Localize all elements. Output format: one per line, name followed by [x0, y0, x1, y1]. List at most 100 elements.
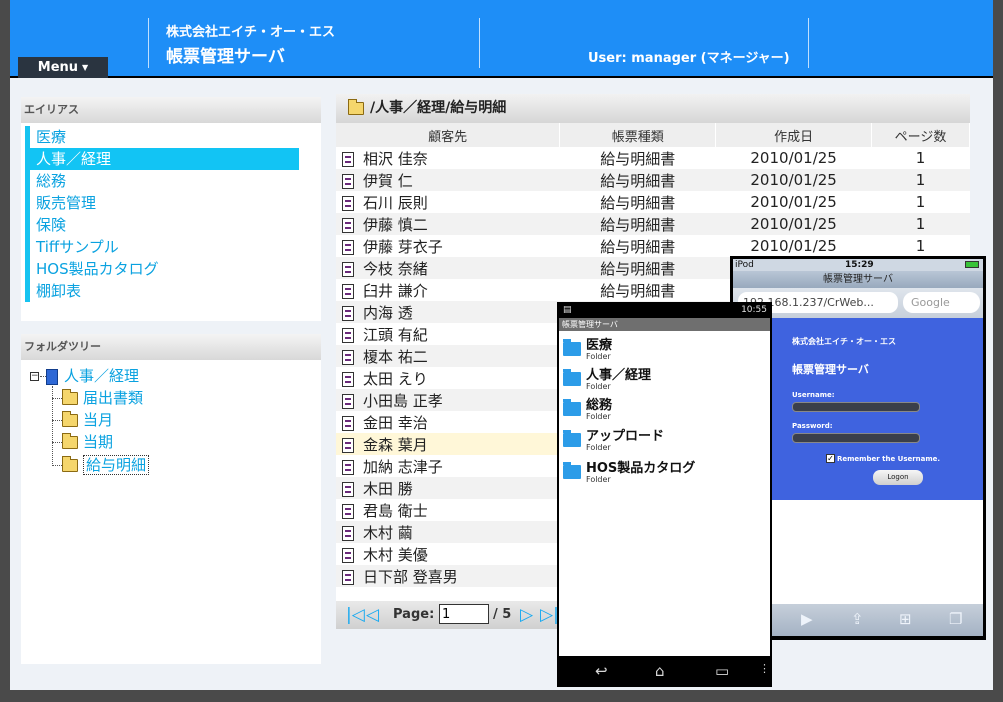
bookmarks-icon[interactable]: ⊞: [899, 610, 912, 628]
app-header: 株式会社エイチ・オー・エス 帳票管理サーバ User: manager (マネー…: [10, 0, 993, 78]
menu-label: Menu: [37, 60, 79, 75]
tree-root[interactable]: 人事／経理: [46, 366, 139, 386]
alias-item-insurance[interactable]: 保険: [25, 214, 299, 236]
document-icon: [342, 217, 354, 233]
share-icon[interactable]: ⇪: [851, 610, 864, 628]
alias-item-general-affairs[interactable]: 総務: [25, 170, 299, 192]
header-divider: [148, 18, 149, 68]
company-name: 株式会社エイチ・オー・エス: [166, 25, 336, 40]
cell-customer: 江頭 有紀: [336, 323, 560, 345]
ios-search-field[interactable]: Google: [903, 292, 980, 313]
alias-panel-title: エイリアス: [21, 97, 321, 123]
cell-pages: 1: [915, 237, 926, 255]
document-icon: [342, 239, 354, 255]
alias-item-tiff-sample[interactable]: Tiffサンプル: [25, 236, 299, 258]
password-input[interactable]: [792, 433, 920, 443]
overflow-menu-icon[interactable]: ⋮: [759, 662, 770, 675]
cell-customer: 相沢 佳奈: [336, 147, 560, 169]
folder-tree-panel: フォルダツリー − 人事／経理 届出書類 当月 当期 給与明細: [21, 334, 321, 664]
tree-node-payslip[interactable]: 給与明細: [62, 455, 150, 475]
customer-name: 日下部 登喜男: [363, 567, 458, 586]
password-label: Password:: [792, 422, 833, 430]
folder-name: アップロード: [586, 429, 665, 444]
tree-node-notification-docs[interactable]: 届出書類: [62, 388, 143, 408]
cell-created-date: 2010/01/25: [750, 149, 837, 167]
customer-name: 内海 透: [363, 303, 413, 322]
cell-customer: 臼井 謙介: [336, 279, 560, 301]
document-icon: [342, 173, 354, 189]
home-icon[interactable]: ⌂: [655, 662, 665, 680]
prev-page-icon[interactable]: ◁: [366, 605, 379, 625]
android-folder-item[interactable]: アップロード Folder: [561, 424, 766, 454]
next-page-icon[interactable]: ▷: [520, 605, 533, 625]
cell-customer: 君島 衛士: [336, 499, 560, 521]
cell-customer: 木田 勝: [336, 477, 560, 499]
column-header-form-type[interactable]: 帳票種類: [559, 123, 717, 147]
page-number-input[interactable]: [439, 604, 489, 624]
menu-button[interactable]: Menu ▼: [18, 57, 108, 78]
recents-icon[interactable]: ▭: [715, 662, 729, 680]
cell-customer: 木村 繭: [336, 521, 560, 543]
alias-item-hr-accounting[interactable]: 人事／経理: [25, 148, 299, 170]
document-icon: [342, 327, 354, 343]
table-row[interactable]: 石川 辰則 給与明細書 2010/01/25 1: [336, 191, 970, 213]
column-header-customer[interactable]: 顧客先: [336, 123, 561, 147]
table-row[interactable]: 伊賀 仁 給与明細書 2010/01/25 1: [336, 169, 970, 191]
cell-form-type: 給与明細書: [600, 149, 676, 168]
customer-name: 小田島 正孝: [363, 391, 443, 410]
document-icon: [342, 437, 354, 453]
alias-item-inventory[interactable]: 棚卸表: [25, 280, 299, 302]
folder-sub-label: Folder: [586, 382, 611, 391]
tree-connector: [52, 465, 62, 466]
cell-customer: 加納 志津子: [336, 455, 560, 477]
last-page-icon[interactable]: ▷|: [540, 605, 559, 625]
collapse-toggle-icon[interactable]: −: [30, 372, 39, 381]
document-icon: [342, 283, 354, 299]
tabs-icon[interactable]: ❐: [949, 610, 962, 628]
cell-customer: 内海 透: [336, 301, 560, 323]
cell-customer: 金田 幸治: [336, 411, 560, 433]
alias-item-hos-catalog[interactable]: HOS製品カタログ: [25, 258, 299, 280]
table-row[interactable]: 相沢 佳奈 給与明細書 2010/01/25 1: [336, 147, 970, 169]
remember-checkbox[interactable]: ✓: [826, 454, 835, 463]
document-icon: [342, 525, 354, 541]
username-input[interactable]: [792, 402, 920, 412]
cell-customer: 太田 えり: [336, 367, 560, 389]
back-icon[interactable]: ↩: [595, 662, 608, 680]
android-folder-item[interactable]: 人事／経理 Folder: [561, 363, 766, 393]
cell-customer: 今枝 奈緒: [336, 257, 560, 279]
cell-pages: 1: [871, 213, 970, 235]
tree-node-current-term[interactable]: 当期: [62, 432, 113, 452]
customer-name: 榎本 祐二: [363, 347, 428, 366]
android-folder-item[interactable]: HOS製品カタログ Folder: [561, 456, 766, 486]
customer-name: 太田 えり: [363, 369, 428, 388]
header-divider: [808, 18, 809, 68]
ios-page-title: 帳票管理サーバ: [733, 271, 983, 288]
alias-item-medical[interactable]: 医療: [25, 126, 299, 148]
column-header-created-date[interactable]: 作成日: [715, 123, 873, 147]
android-folder-item[interactable]: 総務 Folder: [561, 393, 766, 423]
android-folder-item[interactable]: 医療 Folder: [561, 333, 766, 363]
user-info: User: manager (マネージャー): [588, 51, 790, 66]
table-row[interactable]: 伊藤 芽衣子 給与明細書 2010/01/25 1: [336, 235, 970, 257]
page-total: / 5: [493, 607, 512, 622]
folder-name: 人事／経理: [586, 368, 652, 383]
document-icon: [342, 569, 354, 585]
cell-form-type: 給与明細書: [559, 169, 716, 191]
alias-item-sales[interactable]: 販売管理: [25, 192, 299, 214]
customer-name: 石川 辰則: [363, 193, 428, 212]
column-header-pages[interactable]: ページ数: [871, 123, 970, 147]
customer-name: 相沢 佳奈: [363, 149, 428, 168]
tree-node-current-month[interactable]: 当月: [62, 410, 113, 430]
first-page-icon[interactable]: |◁: [346, 605, 365, 625]
folder-tree: − 人事／経理 届出書類 当月 当期 給与明細: [21, 360, 321, 668]
customer-name: 伊賀 仁: [363, 171, 413, 190]
document-icon: [342, 393, 354, 409]
forward-icon[interactable]: ▶: [801, 610, 813, 628]
cell-pages: 1: [871, 169, 970, 191]
folder-name: 総務: [586, 398, 613, 413]
logon-button[interactable]: Logon: [873, 470, 923, 485]
tree-node-label: 当期: [83, 433, 114, 451]
table-row[interactable]: 伊藤 慎二 給与明細書 2010/01/25 1: [336, 213, 970, 235]
cell-form-type: 給与明細書: [600, 281, 676, 300]
